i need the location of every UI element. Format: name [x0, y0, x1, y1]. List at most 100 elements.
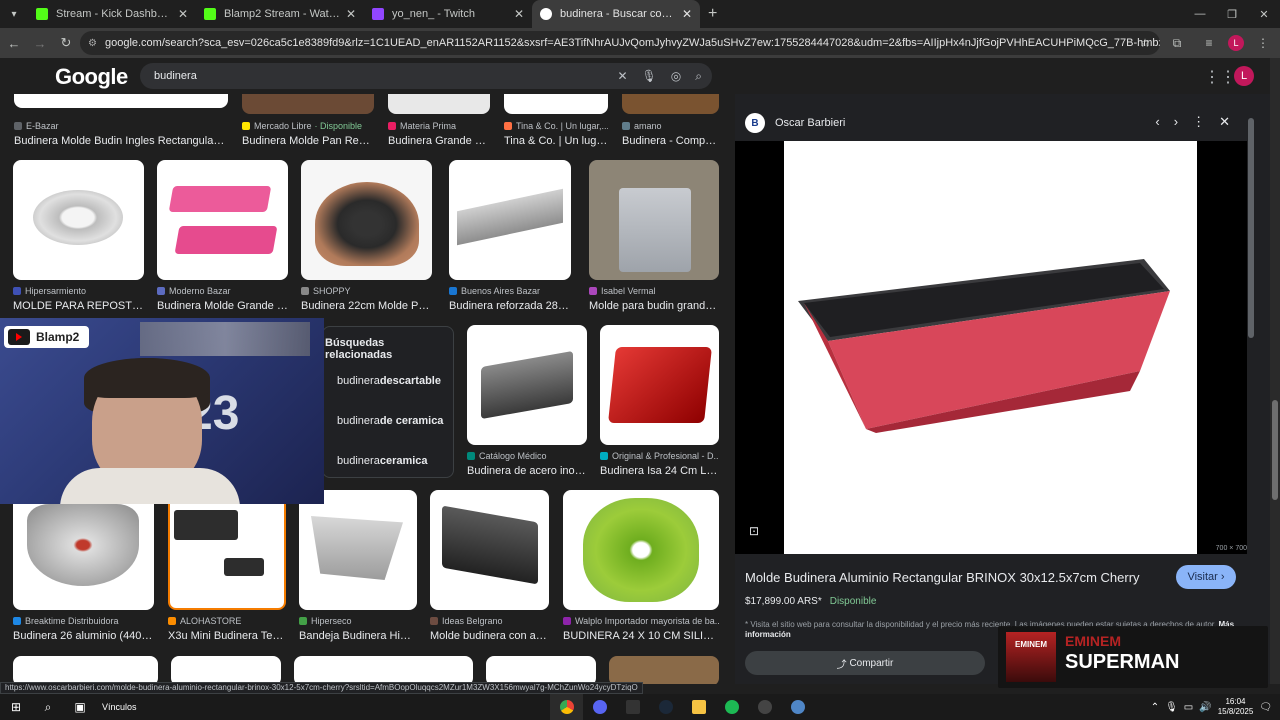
preview-title[interactable]: Molde Budinera Aluminio Rectangular BRIN…: [745, 570, 1140, 585]
result-card[interactable]: Catálogo Médico Budinera de acero inoxi.…: [467, 325, 587, 477]
close-icon[interactable]: ✕: [346, 7, 356, 21]
previous-icon[interactable]: ‹: [1155, 114, 1159, 130]
related-search-item[interactable]: budinera de ceramica: [323, 401, 453, 441]
result-image[interactable]: [622, 94, 719, 114]
back-icon[interactable]: ←: [2, 31, 26, 55]
result-card[interactable]: Materia Prima Budinera Grande 30...: [388, 94, 490, 147]
forward-icon[interactable]: →: [28, 31, 52, 55]
result-title[interactable]: Budinera Molde Budin Ingles Rectangular …: [14, 135, 228, 147]
search-icon[interactable]: ⌕: [695, 69, 702, 84]
lens-icon[interactable]: ⊡: [749, 524, 765, 540]
url-field[interactable]: ⚙ google.com/search?sca_esv=026ca5c1e838…: [80, 31, 1160, 55]
spotify-icon[interactable]: [715, 694, 748, 720]
visit-button[interactable]: Visitar ›: [1176, 565, 1236, 589]
result-card[interactable]: Original & Profesional - D... Budinera I…: [600, 325, 719, 477]
close-icon[interactable]: ✕: [682, 7, 692, 21]
result-card[interactable]: Hipersarmiento MOLDE PARA REPOSTE...: [13, 160, 144, 312]
restore-icon[interactable]: ❐: [1216, 0, 1248, 28]
result-image[interactable]: [486, 656, 596, 684]
clock[interactable]: 16:04 15/8/2025: [1218, 697, 1254, 716]
search-input[interactable]: budinera ✕ 🎙 ◎ ⌕: [140, 63, 712, 89]
result-card[interactable]: Breaktime Distribuidora Budinera 26 alum…: [13, 490, 154, 642]
tab-twitch[interactable]: yo_nen_ - Twitch ✕: [364, 0, 532, 28]
result-image[interactable]: [467, 325, 587, 445]
result-image[interactable]: [388, 94, 490, 114]
lens-icon[interactable]: ◎: [671, 69, 681, 83]
result-card[interactable]: [171, 656, 281, 684]
result-title[interactable]: Budinera 22cm Molde Pan ...: [301, 300, 432, 312]
result-title[interactable]: Budinera de acero inoxi...: [467, 465, 587, 477]
reload-icon[interactable]: ↻: [54, 31, 78, 55]
result-image[interactable]: [589, 160, 719, 280]
result-card[interactable]: [294, 656, 473, 684]
result-title[interactable]: Budinera Isa 24 Cm Lad...: [600, 465, 719, 477]
result-image[interactable]: [171, 656, 281, 684]
result-image[interactable]: [13, 656, 158, 684]
windows-start-icon[interactable]: ⊞: [0, 694, 32, 720]
taskbar-links[interactable]: Vínculos: [102, 702, 137, 712]
result-card[interactable]: ALOHASTORE X3u Mini Budinera Teflo...: [168, 490, 286, 642]
result-card[interactable]: Isabel Vermal Molde para budin grande/ .…: [589, 160, 719, 312]
preview-scrollbar[interactable]: [1248, 118, 1254, 338]
profile-avatar[interactable]: L: [1228, 35, 1244, 51]
result-title[interactable]: Budinera 26 aluminio (44013...: [13, 630, 154, 642]
result-image[interactable]: [168, 490, 286, 610]
tab-search-icon[interactable]: ▾: [0, 0, 28, 28]
volume-icon[interactable]: 🔊: [1199, 702, 1211, 713]
preview-image-frame[interactable]: 700 × 700 ⊡: [735, 141, 1247, 554]
result-title[interactable]: Budinera Molde Grande P...: [157, 300, 288, 312]
result-card[interactable]: Ideas Belgrano Molde budinera con anti..…: [430, 490, 549, 642]
result-card[interactable]: [609, 656, 719, 684]
result-image[interactable]: [294, 656, 473, 684]
related-search-item[interactable]: budinera ceramica: [323, 441, 453, 481]
preview-site-name[interactable]: Oscar Barbieri: [775, 117, 845, 129]
result-image[interactable]: [14, 94, 228, 108]
page-scrollbar[interactable]: [1270, 58, 1280, 684]
result-image[interactable]: [13, 490, 154, 610]
result-image[interactable]: [449, 160, 571, 280]
site-info-icon[interactable]: ⚙: [88, 38, 97, 49]
file-explorer-icon[interactable]: [682, 694, 715, 720]
result-title[interactable]: Budinera Molde Pan Repos...: [242, 135, 374, 147]
close-window-icon[interactable]: ✕: [1248, 0, 1280, 28]
result-card[interactable]: Buenos Aires Bazar Budinera reforzada 28…: [449, 160, 571, 312]
result-image[interactable]: [600, 325, 719, 445]
result-title[interactable]: Budinera Grande 30...: [388, 135, 490, 147]
chrome-icon[interactable]: [550, 694, 583, 720]
close-icon[interactable]: ✕: [1219, 114, 1230, 130]
result-image[interactable]: [609, 656, 719, 684]
search-icon[interactable]: ⌕: [32, 694, 64, 720]
apps-grid-icon[interactable]: ⋮⋮: [1204, 67, 1236, 87]
minimize-icon[interactable]: —: [1184, 0, 1216, 28]
close-icon[interactable]: ✕: [514, 7, 524, 21]
tab-kick-dashboard[interactable]: Stream - Kick Dashboard ✕: [28, 0, 196, 28]
result-title[interactable]: X3u Mini Budinera Teflo...: [168, 630, 286, 642]
tab-google-search[interactable]: budinera - Buscar con Google ✕: [532, 0, 700, 28]
result-card[interactable]: [13, 656, 158, 684]
result-title[interactable]: Budinera - Compra...: [622, 135, 719, 147]
media-icon[interactable]: ≡: [1196, 31, 1222, 55]
result-card[interactable]: Tina & Co. | Un lugar,... Tina & Co. | U…: [504, 94, 608, 147]
result-card[interactable]: Mercado Libre · Disponible Budinera Molde…: [242, 94, 374, 147]
result-image[interactable]: [299, 490, 417, 610]
result-title[interactable]: Budinera reforzada 28cm -...: [449, 300, 571, 312]
result-card[interactable]: E-Bazar Budinera Molde Budin Ingles Rect…: [14, 94, 228, 147]
related-search-item[interactable]: budinera descartable: [323, 361, 453, 401]
steam-icon[interactable]: [649, 694, 682, 720]
result-card[interactable]: [486, 656, 596, 684]
network-icon[interactable]: ▭: [1184, 702, 1193, 713]
result-card[interactable]: Moderno Bazar Budinera Molde Grande P...: [157, 160, 288, 312]
new-tab-button[interactable]: +: [708, 5, 717, 23]
more-options-icon[interactable]: ⋮: [1192, 114, 1205, 130]
app-icon[interactable]: [781, 694, 814, 720]
result-card[interactable]: Walplo Importador mayorista de ba... BUD…: [563, 490, 719, 642]
extensions-icon[interactable]: ⧉: [1164, 31, 1190, 55]
discord-icon[interactable]: [583, 694, 616, 720]
notification-icon[interactable]: 🗨: [1259, 702, 1272, 713]
microphone-icon[interactable]: 🎙: [1165, 702, 1178, 713]
result-image[interactable]: [563, 490, 719, 610]
chevron-up-icon[interactable]: ⌃: [1151, 702, 1159, 713]
result-image[interactable]: [157, 160, 288, 280]
result-title[interactable]: Tina & Co. | Un lugar...: [504, 135, 608, 147]
result-title[interactable]: Molde budinera con anti...: [430, 630, 549, 642]
